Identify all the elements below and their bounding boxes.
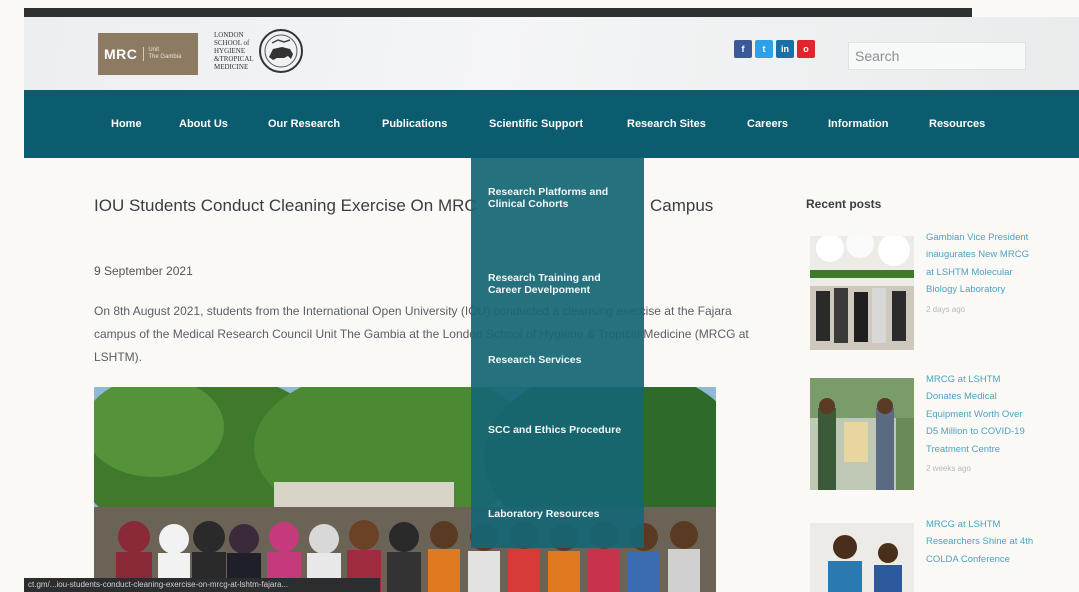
dropdown-item-research-training[interactable]: Research Training and Career Develpoment (488, 272, 636, 296)
recent-post-link[interactable]: MRCG at LSHTM Donates Medical Equipment … (926, 371, 1036, 458)
recent-post-item: Gambian Vice President inaugurates New M… (926, 229, 1036, 318)
dropdown-item-research-platforms[interactable]: Research Platforms and Clinical Cohorts (488, 186, 636, 210)
nav-item-resources[interactable]: Resources (929, 118, 985, 130)
recent-post-thumbnail[interactable] (810, 236, 914, 350)
site-header: MRC Unit The Gambia LONDON SCHOOL of HYG… (24, 17, 1079, 90)
top-strip (24, 8, 972, 17)
nav-item-home[interactable]: Home (111, 118, 142, 130)
instagram-icon[interactable]: o (797, 40, 815, 58)
nav-item-about-us[interactable]: About Us (179, 118, 228, 130)
page-title-end: Campus (650, 196, 714, 215)
recent-posts-title: Recent posts (806, 197, 882, 211)
recent-post-date: 2 weeks ago (926, 464, 971, 474)
page-title: IOU Students Conduct Cleaning Exercise O… (94, 196, 477, 215)
social-label: t (762, 44, 766, 54)
scientific-support-dropdown: Research Platforms and Clinical Cohorts … (471, 158, 644, 548)
recent-post-date: 2 days ago (926, 304, 966, 314)
social-label: f (741, 44, 745, 54)
nav-item-scientific-support[interactable]: Scientific Support (489, 118, 583, 130)
recent-post-item: MRCG at LSHTM Researchers Shine at 4th C… (926, 516, 1036, 568)
lshtm-line: LONDON (214, 31, 244, 39)
dropdown-item-research-services[interactable]: Research Services (488, 354, 636, 366)
recent-post-link[interactable]: Gambian Vice President inaugurates New M… (926, 229, 1036, 299)
social-links: f t in o (734, 40, 815, 58)
lshtm-logo-text: LONDON SCHOOL of HYGIENE &TROPICAL MEDIC… (214, 31, 254, 71)
mrc-logo-sub-line2: The Gambia (148, 54, 182, 60)
lshtm-line: &TROPICAL (214, 55, 254, 63)
lshtm-line: SCHOOL of (214, 39, 250, 47)
status-url: ct.gm/...iou-students-conduct-cleaning-e… (28, 580, 289, 589)
nav-item-information[interactable]: Information (828, 118, 889, 130)
social-label: in (781, 44, 789, 54)
mrc-logo-subtitle: Unit The Gambia (143, 47, 181, 61)
main-nav: Home About Us Our Research Publications … (24, 90, 1079, 158)
recent-post-thumbnail[interactable] (810, 523, 914, 592)
recent-post-thumbnail[interactable] (810, 378, 914, 490)
mrc-logo-sub-line1: Unit (148, 47, 160, 53)
lshtm-logo[interactable]: LONDON SCHOOL of HYGIENE &TROPICAL MEDIC… (214, 28, 304, 74)
nav-item-our-research[interactable]: Our Research (268, 118, 340, 130)
facebook-icon[interactable]: f (734, 40, 752, 58)
recent-post-image (810, 236, 914, 350)
search-input[interactable]: Search (848, 42, 1026, 70)
dropdown-item-laboratory-resources[interactable]: Laboratory Resources (488, 508, 636, 520)
twitter-icon[interactable]: t (755, 40, 773, 58)
linkedin-icon[interactable]: in (776, 40, 794, 58)
search-placeholder: Search (855, 48, 900, 64)
mrc-logo-text: MRC (104, 46, 138, 62)
recent-post-image (810, 378, 914, 490)
mrc-logo[interactable]: MRC Unit The Gambia (98, 33, 198, 75)
social-label: o (803, 44, 809, 54)
lshtm-line: HYGIENE (214, 47, 246, 55)
post-date: 9 September 2021 (94, 264, 193, 278)
post-body: On 8th August 2021, students from the In… (94, 304, 749, 364)
browser-status-bar: ct.gm/...iou-students-conduct-cleaning-e… (24, 578, 380, 592)
nav-item-research-sites[interactable]: Research Sites (627, 118, 706, 130)
lshtm-crest-icon (258, 29, 303, 73)
recent-post-item: MRCG at LSHTM Donates Medical Equipment … (926, 371, 1036, 477)
dropdown-item-scc-ethics[interactable]: SCC and Ethics Procedure (488, 424, 636, 436)
nav-item-publications[interactable]: Publications (382, 118, 447, 130)
nav-item-careers[interactable]: Careers (747, 118, 788, 130)
recent-post-link[interactable]: MRCG at LSHTM Researchers Shine at 4th C… (926, 516, 1036, 568)
page: MRC Unit The Gambia LONDON SCHOOL of HYG… (0, 0, 1079, 592)
lshtm-line: MEDICINE (214, 63, 249, 71)
recent-post-image (810, 523, 914, 592)
